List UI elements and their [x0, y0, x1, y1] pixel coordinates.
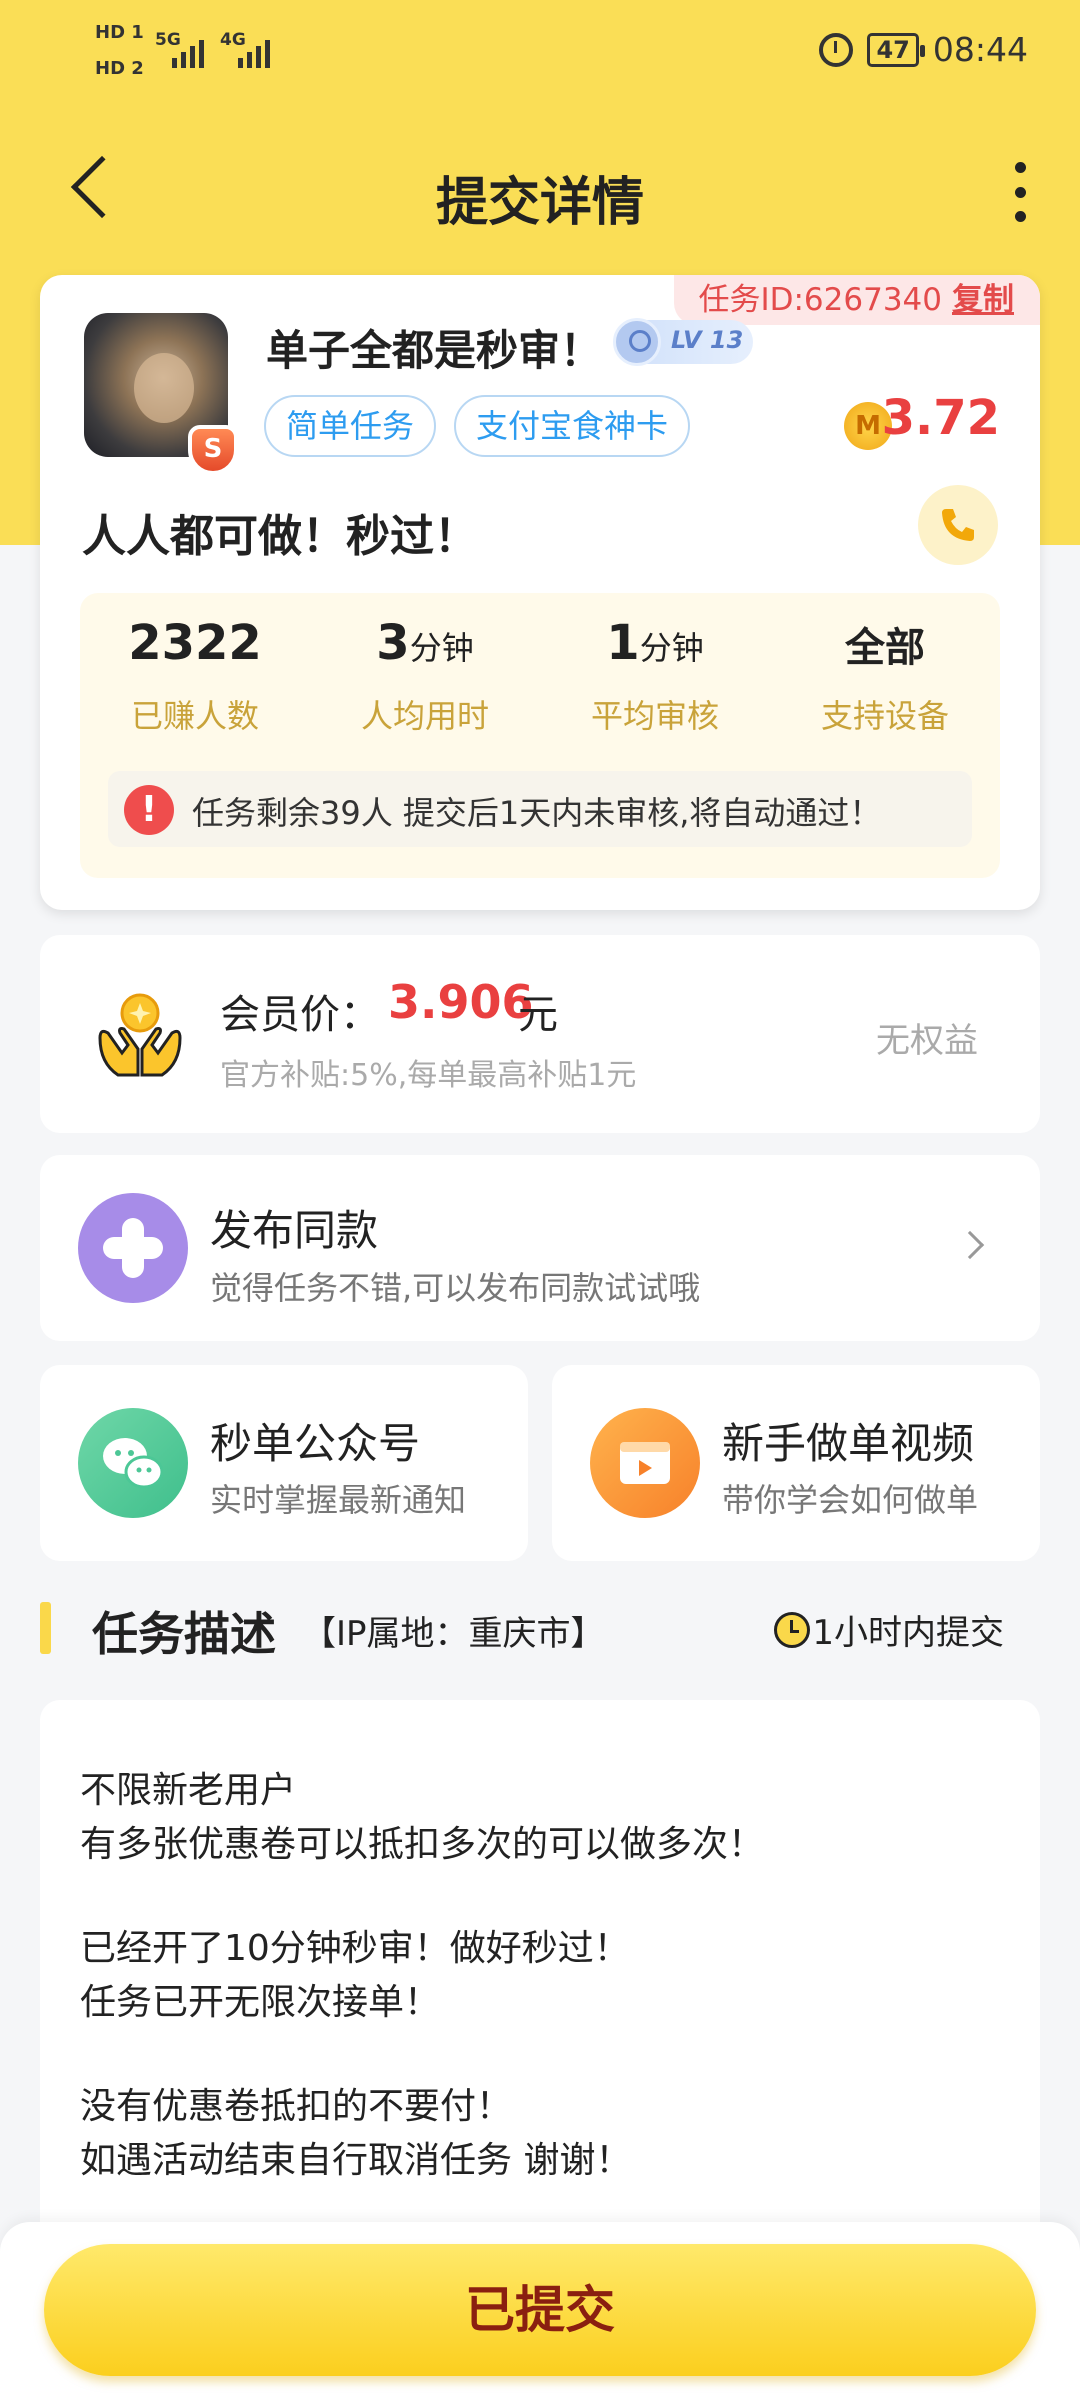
wechat-icon [78, 1408, 188, 1518]
publish-same-card[interactable]: 发布同款 觉得任务不错,可以发布同款试试哦 [40, 1155, 1040, 1341]
beginner-video-card[interactable]: 新手做单视频 带你学会如何做单 [552, 1365, 1040, 1561]
phone-icon [942, 509, 974, 541]
submit-deadline-text: 1小时内提交 [812, 1613, 1004, 1653]
level-badge: LV 13 [613, 318, 753, 366]
page-title: 提交详情 [435, 173, 644, 233]
shield-badge-icon: S [188, 425, 238, 475]
medal-icon [613, 318, 661, 366]
video-icon [590, 1408, 700, 1518]
stat-value: 2322 [128, 615, 262, 671]
stat-avg-review: 1分钟 平均审核 [540, 615, 770, 737]
plus-icon [78, 1193, 188, 1303]
warning-icon: ! [124, 785, 174, 835]
clock-icon [774, 1611, 811, 1648]
description-line: 有多张优惠卷可以抵扣多次的可以做多次！ [80, 1824, 765, 1865]
signal-icon-2 [238, 40, 270, 68]
member-rights-status: 无权益 [876, 1021, 978, 1061]
app-header: 提交详情 [0, 140, 1080, 240]
member-price-card[interactable]: 会员价： 3.906 元 官方补贴:5%,每单最高补贴1元 无权益 [40, 935, 1040, 1133]
publish-title: 发布同款 [210, 1206, 379, 1255]
beginner-video-sub: 带你学会如何做单 [722, 1481, 979, 1519]
sim1-label: HD 1 [95, 22, 144, 43]
ip-location: 【IP属地：重庆市】 [302, 1614, 605, 1654]
member-price-unit: 元 [518, 992, 558, 1038]
sim2-label: HD 2 [95, 58, 144, 79]
more-options-icon[interactable] [1000, 162, 1040, 222]
signal-icon-1 [172, 40, 204, 68]
stat-label: 人均用时 [360, 697, 489, 735]
task-stats-panel: 2322 已赚人数 3分钟 人均用时 1分钟 平均审核 全部 支持设备 ! 任务… [80, 593, 1000, 878]
task-notice: ! 任务剩余39人 提交后1天内未审核,将自动通过！ [108, 771, 972, 847]
wechat-account-title: 秒单公众号 [210, 1419, 421, 1468]
description-line: 任务已开无限次接单！ [80, 1982, 441, 2023]
chevron-right-icon [955, 1230, 985, 1260]
submit-deadline: 1小时内提交 [774, 1605, 1004, 1654]
bottom-action-bar: 已提交 [0, 2222, 1080, 2400]
stat-value: 1 [606, 615, 640, 671]
hands-coin-icon [98, 993, 182, 1077]
stat-devices: 全部 支持设备 [770, 615, 1000, 737]
publisher-avatar[interactable]: S [84, 313, 238, 475]
description-line: 已经开了10分钟秒审！做好秒过！ [80, 1928, 630, 1969]
beginner-video-title: 新手做单视频 [722, 1419, 975, 1468]
member-price-value: 3.906 [388, 975, 534, 1029]
stat-value: 3 [376, 615, 410, 671]
phone-contact-button[interactable] [918, 485, 998, 565]
publish-subtitle: 觉得任务不错,可以发布同款试试哦 [210, 1269, 701, 1307]
description-line: 如遇活动结束自行取消任务 谢谢！ [80, 2140, 632, 2181]
task-id-label: 任务ID:6267340 [698, 282, 942, 318]
task-name: 单子全都是秒审！ [266, 326, 603, 375]
notice-text: 任务剩余39人 提交后1天内未审核,将自动通过！ [192, 794, 882, 832]
description-line: 不限新老用户 [80, 1770, 297, 1811]
member-price-label: 会员价： [220, 992, 380, 1038]
stat-value: 全部 [845, 625, 925, 671]
stat-label: 平均审核 [590, 697, 719, 735]
section-accent-bar [40, 1602, 51, 1654]
alarm-icon [819, 32, 854, 67]
tag-simple-task: 简单任务 [264, 395, 437, 457]
stat-earned-users: 2322 已赚人数 [80, 615, 310, 737]
status-bar: HD 1 HD 2 5G 4G 47 08:44 [0, 0, 1080, 110]
copy-id-link[interactable]: 复制 [952, 282, 1014, 318]
task-id-badge: 任务ID:6267340 复制 [674, 275, 1040, 325]
level-text: LV 13 [671, 326, 744, 354]
stat-label: 已赚人数 [130, 697, 259, 735]
battery-icon: 47 [867, 32, 926, 67]
description-title: 任务描述 [92, 1607, 276, 1661]
clock-time: 08:44 [932, 30, 1028, 69]
task-subtitle: 人人都可做！秒过！ [82, 511, 478, 562]
submitted-button[interactable]: 已提交 [44, 2244, 1036, 2376]
task-reward-price: 3.72 [881, 390, 1000, 446]
wechat-account-sub: 实时掌握最新通知 [210, 1481, 467, 1519]
stat-avg-time: 3分钟 人均用时 [310, 615, 540, 737]
stat-label: 支持设备 [820, 697, 949, 735]
wechat-account-card[interactable]: 秒单公众号 实时掌握最新通知 [40, 1365, 528, 1561]
description-line: 没有优惠卷抵扣的不要付！ [80, 2086, 513, 2127]
member-subsidy-note: 官方补贴:5%,每单最高补贴1元 [220, 1058, 637, 1093]
task-info-card: 任务ID:6267340 复制 S 单子全都是秒审！ LV 13 简单任务 支付宝… [40, 275, 1040, 910]
tag-alipay-card: 支付宝食神卡 [454, 395, 691, 457]
